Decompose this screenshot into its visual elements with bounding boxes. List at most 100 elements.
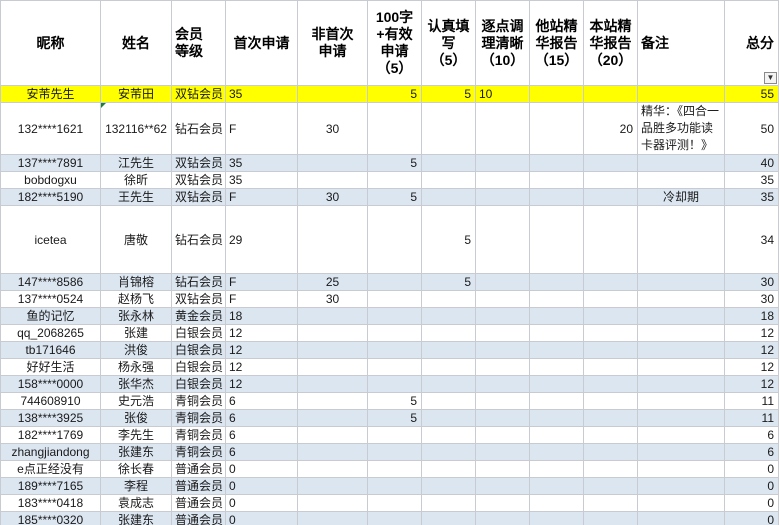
cell-point-debug[interactable] [475,341,530,359]
cell-careful-fill[interactable] [421,460,476,478]
cell-other-site-report[interactable] [529,494,584,512]
cell-first-application[interactable]: 6 [225,392,298,410]
cell-non-first-application[interactable] [297,392,368,410]
header-careful-fill[interactable]: 认真填写（5） [421,0,476,86]
cell-point-debug[interactable] [475,171,530,189]
cell-member-level[interactable]: 双钻会员 [171,188,226,206]
cell-first-application[interactable]: F [225,188,298,206]
cell-member-level[interactable]: 钻石会员 [171,102,226,155]
cell-nickname[interactable]: icetea [0,205,101,274]
cell-remark[interactable]: 精华：《四合一品胜多功能读卡器评测！》 [637,102,725,155]
cell-other-site-report[interactable] [529,375,584,393]
header-100-words-valid[interactable]: 100字 +有效 申请 （5） [367,0,422,86]
header-point-debug[interactable]: 逐点调 理清晰 （10） [475,0,530,86]
cell-100-words-valid[interactable] [367,358,422,376]
cell-point-debug[interactable] [475,307,530,325]
cell-remark[interactable] [637,426,725,444]
header-first-application[interactable]: 首次申请 [225,0,298,86]
cell-this-site-report[interactable] [583,154,638,172]
cell-other-site-report[interactable] [529,188,584,206]
cell-this-site-report[interactable] [583,85,638,103]
cell-name[interactable]: 唐敬 [100,205,172,274]
cell-total[interactable]: 40 [724,154,779,172]
cell-remark[interactable] [637,273,725,291]
cell-other-site-report[interactable] [529,443,584,461]
cell-careful-fill[interactable] [421,154,476,172]
cell-total[interactable]: 11 [724,409,779,427]
cell-name[interactable]: 肖锦榕 [100,273,172,291]
cell-point-debug[interactable]: 10 [475,85,530,103]
cell-total[interactable]: 34 [724,205,779,274]
cell-other-site-report[interactable] [529,102,584,155]
cell-careful-fill[interactable] [421,426,476,444]
cell-name[interactable]: 李程 [100,477,172,495]
cell-non-first-application[interactable] [297,324,368,342]
cell-total[interactable]: 30 [724,290,779,308]
cell-member-level[interactable]: 黄金会员 [171,307,226,325]
cell-100-words-valid[interactable] [367,290,422,308]
cell-nickname[interactable]: bobdogxu [0,171,101,189]
cell-100-words-valid[interactable]: 5 [367,409,422,427]
cell-remark[interactable] [637,494,725,512]
cell-100-words-valid[interactable] [367,324,422,342]
cell-100-words-valid[interactable]: 5 [367,154,422,172]
cell-remark[interactable] [637,409,725,427]
cell-point-debug[interactable] [475,273,530,291]
cell-member-level[interactable]: 白银会员 [171,358,226,376]
cell-nickname[interactable]: 158****0000 [0,375,101,393]
cell-first-application[interactable]: 0 [225,494,298,512]
cell-first-application[interactable]: 6 [225,409,298,427]
cell-point-debug[interactable] [475,358,530,376]
cell-careful-fill[interactable] [421,102,476,155]
cell-remark[interactable] [637,171,725,189]
cell-remark[interactable] [637,205,725,274]
cell-careful-fill[interactable] [421,409,476,427]
cell-first-application[interactable]: 29 [225,205,298,274]
cell-name[interactable]: 安芾田 [100,85,172,103]
cell-name[interactable]: 张建 [100,324,172,342]
cell-remark[interactable] [637,511,725,525]
cell-this-site-report[interactable] [583,188,638,206]
cell-member-level[interactable]: 青铜会员 [171,443,226,461]
header-name[interactable]: 姓名 [100,0,172,86]
cell-total[interactable]: 6 [724,426,779,444]
cell-this-site-report[interactable] [583,205,638,274]
cell-point-debug[interactable] [475,392,530,410]
cell-100-words-valid[interactable] [367,205,422,274]
cell-remark[interactable] [637,392,725,410]
cell-this-site-report[interactable] [583,477,638,495]
cell-first-application[interactable]: 12 [225,324,298,342]
cell-nickname[interactable]: 182****5190 [0,188,101,206]
cell-100-words-valid[interactable] [367,341,422,359]
cell-nickname[interactable]: tb171646 [0,341,101,359]
cell-total[interactable]: 50 [724,102,779,155]
cell-this-site-report[interactable] [583,460,638,478]
cell-name[interactable]: 徐长春 [100,460,172,478]
cell-member-level[interactable]: 普通会员 [171,511,226,525]
cell-other-site-report[interactable] [529,85,584,103]
cell-non-first-application[interactable] [297,426,368,444]
cell-point-debug[interactable] [475,511,530,525]
cell-first-application[interactable]: F [225,102,298,155]
cell-point-debug[interactable] [475,188,530,206]
cell-total[interactable]: 0 [724,494,779,512]
cell-careful-fill[interactable] [421,443,476,461]
cell-total[interactable]: 35 [724,188,779,206]
cell-nickname[interactable]: 138****3925 [0,409,101,427]
cell-100-words-valid[interactable] [367,511,422,525]
cell-100-words-valid[interactable]: 5 [367,392,422,410]
cell-point-debug[interactable] [475,290,530,308]
cell-nickname[interactable]: 183****0418 [0,494,101,512]
cell-careful-fill[interactable]: 5 [421,85,476,103]
cell-member-level[interactable]: 钻石会员 [171,273,226,291]
cell-this-site-report[interactable] [583,358,638,376]
cell-total[interactable]: 18 [724,307,779,325]
cell-point-debug[interactable] [475,324,530,342]
cell-other-site-report[interactable] [529,171,584,189]
cell-other-site-report[interactable] [529,341,584,359]
cell-first-application[interactable]: 35 [225,85,298,103]
cell-remark[interactable] [637,85,725,103]
cell-other-site-report[interactable] [529,324,584,342]
cell-member-level[interactable]: 白银会员 [171,375,226,393]
cell-total[interactable]: 30 [724,273,779,291]
